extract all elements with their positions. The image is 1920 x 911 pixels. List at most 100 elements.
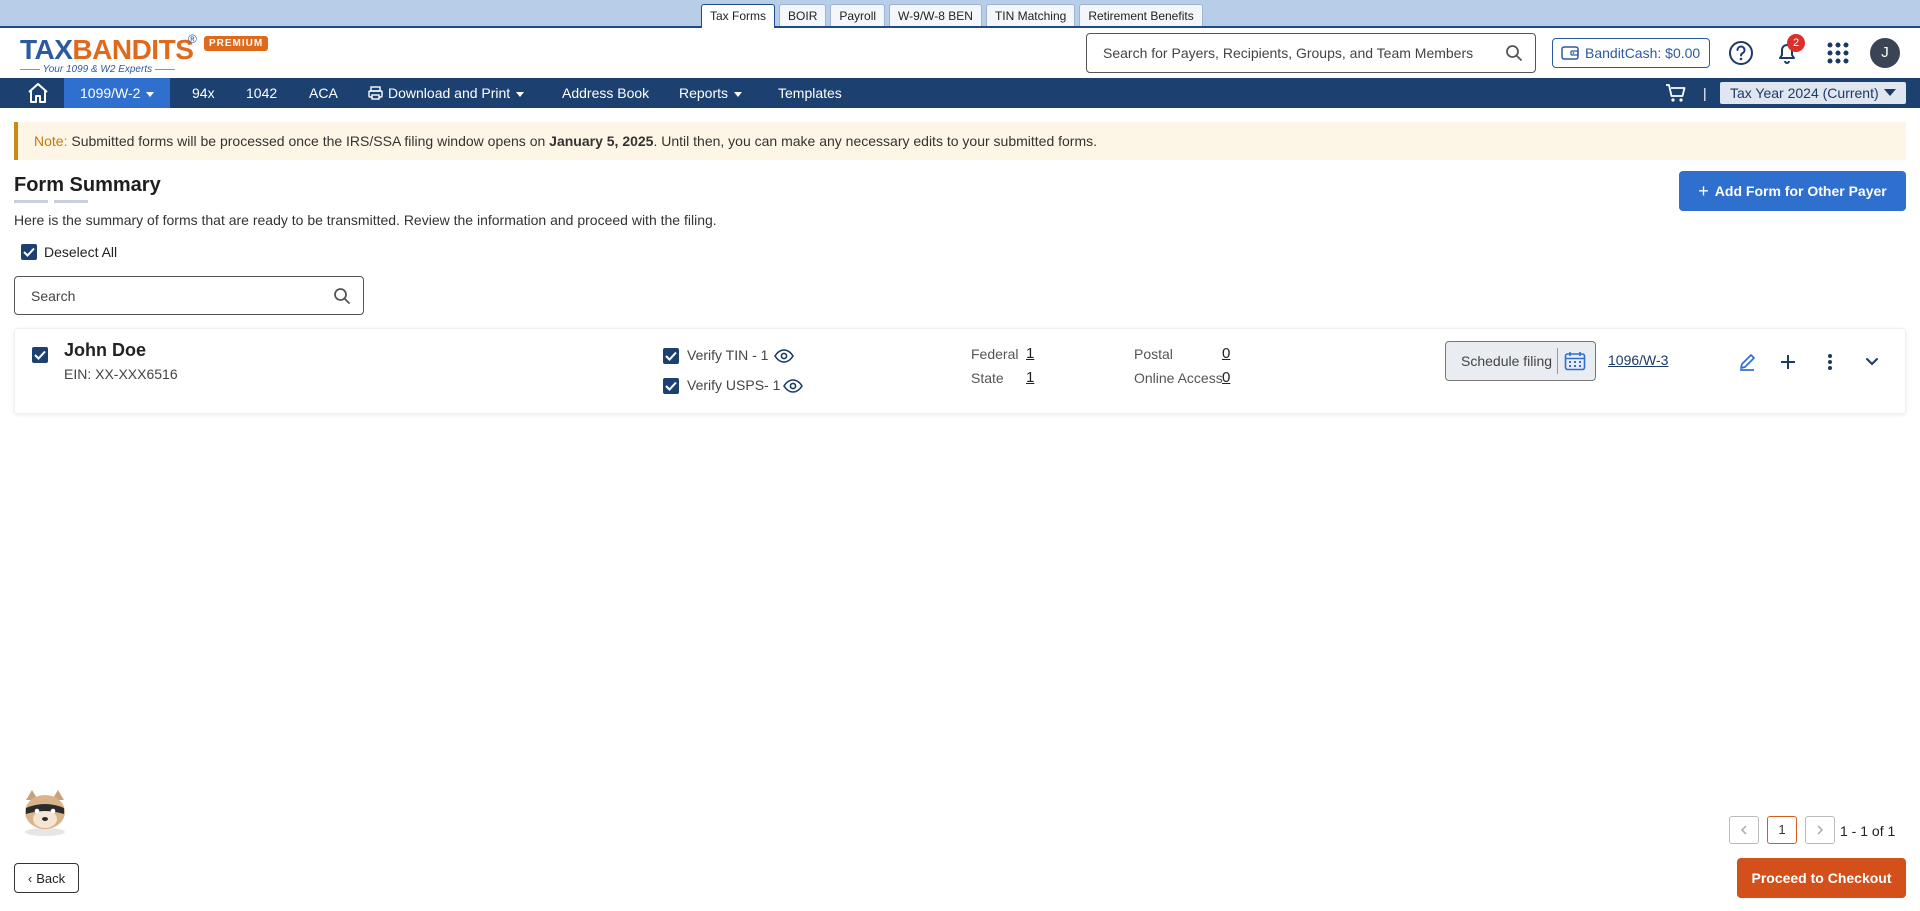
- apps-grid-icon[interactable]: [1825, 40, 1851, 66]
- federal-count[interactable]: 1: [1026, 345, 1034, 362]
- deselect-all-checkbox[interactable]: [21, 244, 37, 260]
- online-access-count[interactable]: 0: [1222, 369, 1230, 386]
- schedule-filing-button[interactable]: Schedule filing: [1445, 341, 1596, 381]
- nav-reports-label: Reports: [679, 85, 729, 101]
- user-avatar[interactable]: J: [1870, 38, 1900, 68]
- product-strip: Tax Forms BOIR Payroll W-9/W-8 BEN TIN M…: [0, 0, 1920, 28]
- search-icon[interactable]: [1505, 44, 1523, 62]
- form-search-input[interactable]: [15, 277, 315, 314]
- tax-year-select[interactable]: Tax Year 2024 (Current): [1720, 82, 1906, 104]
- checkmark-icon: [665, 381, 677, 391]
- title-underline: [14, 200, 88, 203]
- more-options-icon[interactable]: [1820, 352, 1840, 372]
- nav-download-print[interactable]: Download and Print: [368, 78, 525, 108]
- premium-badge: PREMIUM: [204, 36, 269, 51]
- checkmark-icon: [34, 350, 46, 360]
- product-tab-w9-w8ben[interactable]: W-9/W-8 BEN: [889, 4, 982, 26]
- logo-text-bandits: BANDITS: [72, 34, 194, 65]
- note-text-after: . Until then, you can make any necessary…: [653, 133, 1098, 149]
- proceed-to-checkout-button[interactable]: Proceed to Checkout: [1737, 858, 1906, 898]
- global-search-input[interactable]: [1087, 34, 1487, 72]
- note-label: Note:: [34, 133, 68, 149]
- plus-icon: +: [1698, 180, 1709, 201]
- nav-separator: |: [1703, 85, 1707, 101]
- eye-icon[interactable]: [774, 349, 794, 363]
- pagination-prev-button[interactable]: [1729, 816, 1759, 844]
- back-button[interactable]: ‹ Back: [14, 863, 79, 893]
- page-description: Here is the summary of forms that are re…: [14, 212, 717, 228]
- product-tabs: Tax Forms BOIR Payroll W-9/W-8 BEN TIN M…: [701, 4, 1203, 28]
- logo-text-tax: TAX: [20, 34, 73, 65]
- tax-year-value: Tax Year 2024 (Current): [1730, 85, 1879, 101]
- verify-usps-checkbox[interactable]: [663, 378, 679, 394]
- chevron-down-icon[interactable]: [1862, 352, 1882, 372]
- chevron-down-icon: [1884, 89, 1896, 96]
- payer-row: [14, 328, 1906, 414]
- payer-name: John Doe: [64, 340, 147, 360]
- chevron-left-icon: ‹: [27, 870, 33, 886]
- logo[interactable]: TAXBANDITS ® —— Your 1099 & W2 Experts —…: [20, 32, 270, 76]
- postal-label: Postal: [1134, 346, 1173, 362]
- nav-1099-w2[interactable]: 1099/W-2: [64, 78, 171, 108]
- verify-tin-checkbox[interactable]: [663, 348, 679, 364]
- logo-registered: ®: [188, 32, 197, 46]
- verify-tin-label[interactable]: Verify TIN - 1: [687, 347, 768, 363]
- deselect-all-label[interactable]: Deselect All: [44, 244, 117, 260]
- help-icon[interactable]: [1728, 40, 1754, 66]
- form-search: [14, 276, 364, 315]
- state-count[interactable]: 1: [1026, 369, 1034, 386]
- nav-address-book[interactable]: Address Book: [562, 78, 649, 108]
- cart-icon[interactable]: [1665, 83, 1687, 103]
- nav-1099-w2-label: 1099/W-2: [80, 85, 141, 101]
- edit-icon[interactable]: [1737, 352, 1757, 372]
- back-button-label: Back: [36, 870, 66, 886]
- note-text-before: Submitted forms will be processed once t…: [67, 133, 550, 149]
- search-icon[interactable]: [333, 287, 351, 305]
- chevron-down-icon: [734, 91, 743, 97]
- pagination-next-button[interactable]: [1805, 816, 1835, 844]
- eye-icon[interactable]: [783, 379, 803, 393]
- printer-icon: [368, 86, 383, 100]
- payer-checkbox[interactable]: [32, 347, 48, 363]
- schedule-divider: [1557, 348, 1558, 374]
- wallet-icon: [1561, 46, 1579, 60]
- chevron-right-icon: [1817, 825, 1824, 835]
- logo-wordmark: TAXBANDITS: [20, 34, 194, 66]
- page-title: Form Summary: [14, 174, 161, 196]
- banditcash-label: BanditCash: $0.00: [1585, 45, 1701, 61]
- add-form-other-payer-button[interactable]: + Add Form for Other Payer: [1679, 171, 1906, 211]
- pagination-current-page[interactable]: 1: [1767, 816, 1797, 844]
- payer-ein: EIN: XX-XXX6516: [64, 366, 178, 382]
- chevron-left-icon: [1740, 825, 1747, 835]
- nav-1042[interactable]: 1042: [246, 78, 277, 108]
- product-tab-boir[interactable]: BOIR: [779, 4, 827, 26]
- nav-aca[interactable]: ACA: [309, 78, 338, 108]
- banditcash-button[interactable]: BanditCash: $0.00: [1552, 38, 1710, 68]
- checkmark-icon: [23, 247, 35, 257]
- mascot-chat-icon[interactable]: [18, 786, 72, 838]
- product-tab-tin-matching[interactable]: TIN Matching: [985, 4, 1076, 26]
- add-form-button-label: Add Form for Other Payer: [1714, 182, 1887, 199]
- product-tab-payroll[interactable]: Payroll: [830, 4, 886, 26]
- global-search: [1086, 33, 1536, 73]
- header: TAXBANDITS ® —— Your 1099 & W2 Experts —…: [0, 28, 1920, 78]
- online-access-label: Online Access: [1134, 370, 1223, 386]
- product-tab-tax-forms[interactable]: Tax Forms: [701, 4, 776, 28]
- add-icon[interactable]: [1778, 352, 1798, 372]
- logo-tagline: —— Your 1099 & W2 Experts ——: [20, 64, 175, 75]
- state-label: State: [971, 370, 1004, 386]
- nav-reports[interactable]: Reports: [679, 78, 743, 108]
- note-banner: Note: Submitted forms will be processed …: [14, 122, 1906, 160]
- product-tab-retirement-benefits[interactable]: Retirement Benefits: [1079, 4, 1203, 26]
- nav-94x[interactable]: 94x: [192, 78, 215, 108]
- chevron-down-icon: [146, 91, 155, 97]
- nav-templates[interactable]: Templates: [778, 78, 842, 108]
- home-icon[interactable]: [26, 82, 50, 104]
- chevron-down-icon: [516, 91, 525, 97]
- federal-label: Federal: [971, 346, 1019, 362]
- verify-usps-label[interactable]: Verify USPS- 1: [687, 377, 780, 393]
- form-1096-w3-link[interactable]: 1096/W-3: [1608, 352, 1668, 368]
- main-navbar: 1099/W-2 94x 1042 ACA Download and Print…: [0, 78, 1920, 108]
- postal-count[interactable]: 0: [1222, 345, 1230, 362]
- checkmark-icon: [665, 351, 677, 361]
